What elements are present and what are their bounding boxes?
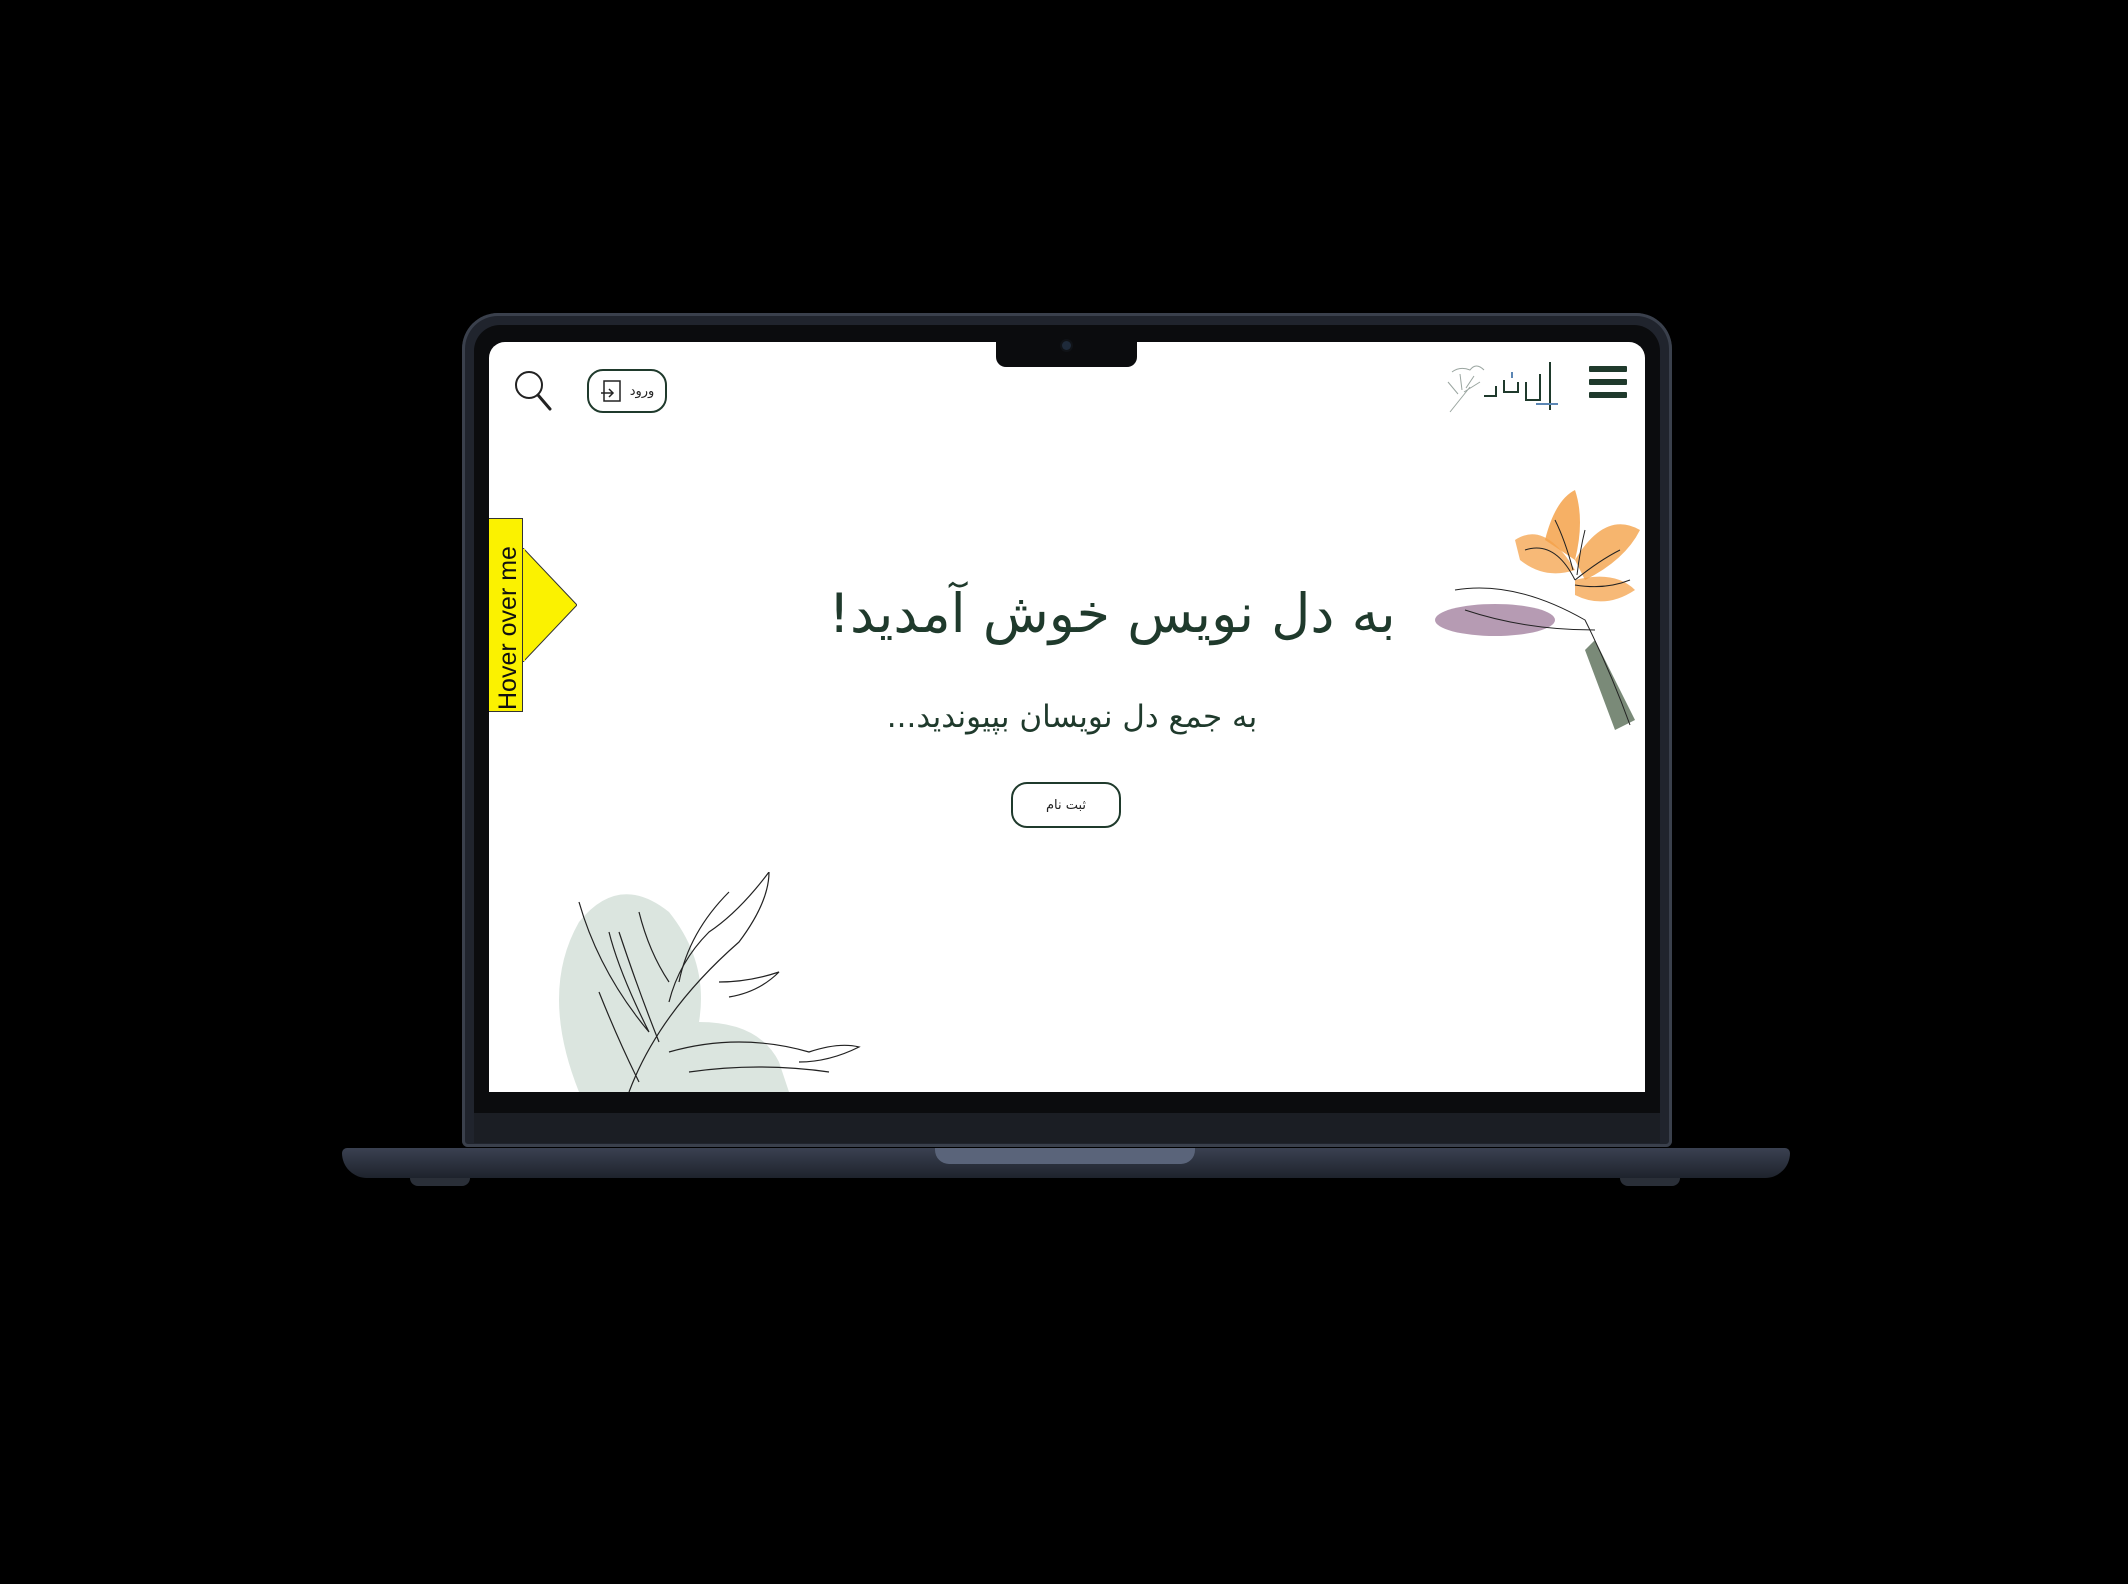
webcam-icon <box>1062 341 1071 350</box>
laptop-foot-right <box>1620 1178 1680 1186</box>
signup-button[interactable]: ثبت نام <box>1011 782 1121 828</box>
login-label: ورود <box>629 383 655 399</box>
login-button[interactable]: ورود <box>587 369 667 413</box>
leafy-plant-illustration <box>559 872 861 1092</box>
laptop-hinge-notch <box>935 1148 1195 1164</box>
login-door-icon <box>600 380 621 402</box>
search-icon[interactable] <box>513 369 553 413</box>
hero-subtitle: به جمع دل نویسان بپیوندید... <box>886 699 1258 735</box>
dil-nevis-logo-icon[interactable] <box>1440 352 1565 422</box>
hamburger-menu-icon[interactable] <box>1589 366 1627 402</box>
hero-title: به دل نویس خوش آمدید! <box>828 582 1396 645</box>
laptop-chin <box>474 1113 1660 1143</box>
browser-viewport: ورود Hover over me به دل نویس خوش آمدید!… <box>489 342 1645 1092</box>
laptop-foot-left <box>410 1178 470 1186</box>
